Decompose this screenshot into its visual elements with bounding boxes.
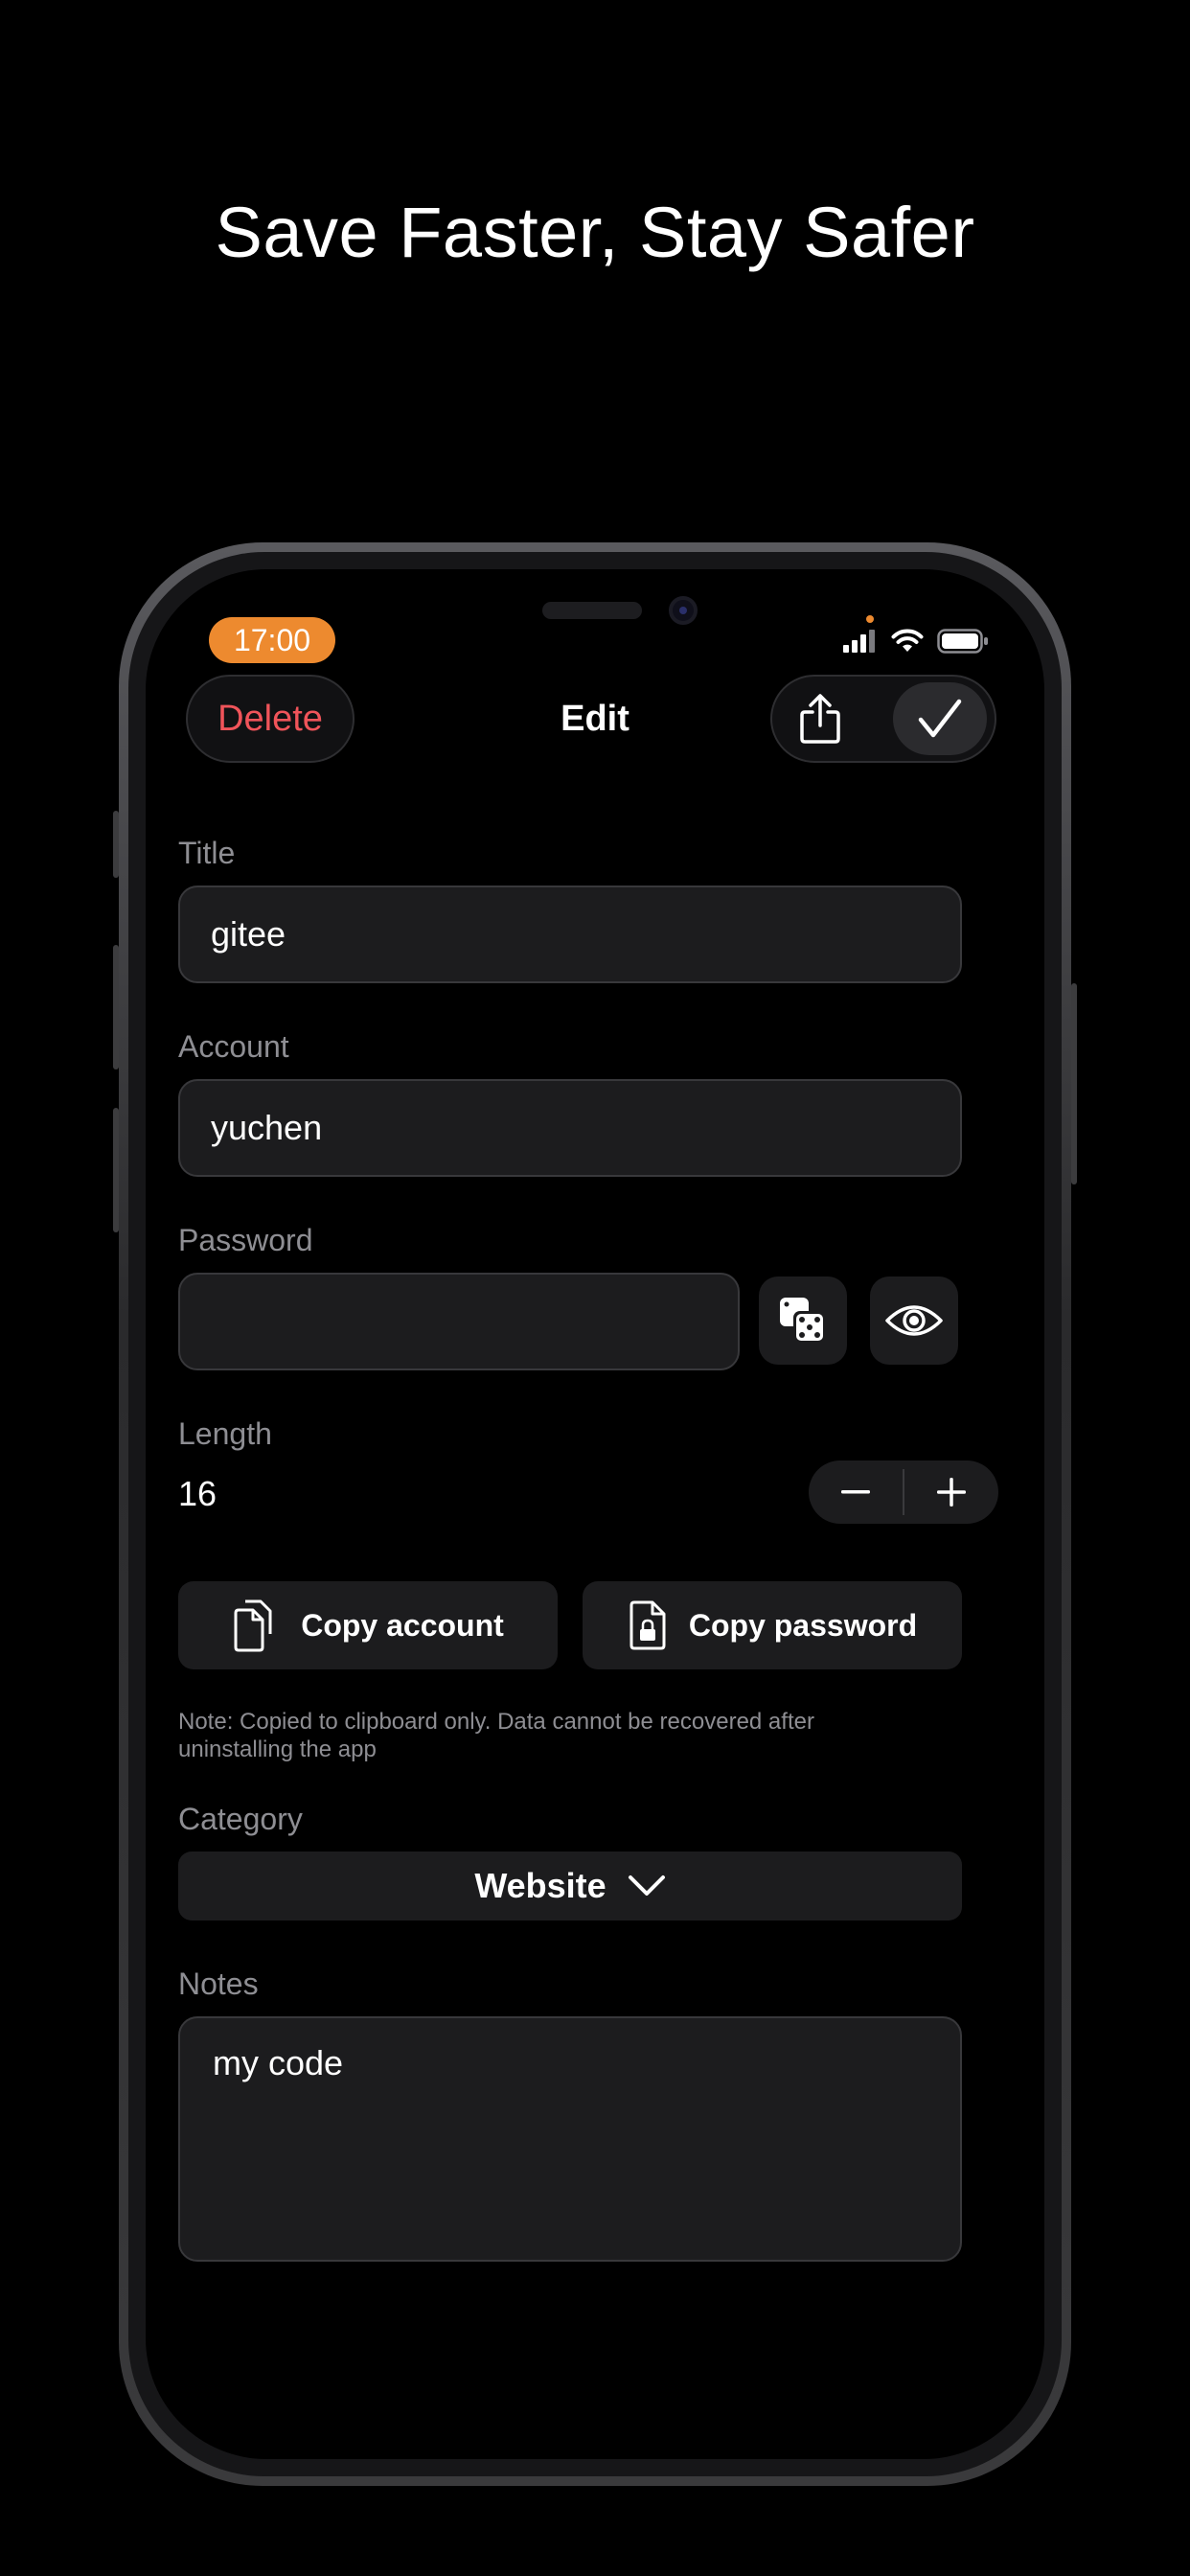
category-value: Website [474,1866,606,1905]
share-button[interactable] [790,688,851,749]
increment-length-button[interactable] [904,1460,998,1524]
phone-bezel: 17:00 Edit Delete Title gitee Account yu… [128,552,1062,2476]
cellular-signal-icon [843,630,875,653]
toggle-password-visibility-button[interactable] [870,1276,958,1365]
length-label: Length [178,1416,272,1451]
battery-icon [937,629,988,654]
password-label: Password [178,1223,313,1257]
password-input[interactable] [178,1273,740,1370]
status-icons [843,629,989,654]
wifi-icon [891,629,924,652]
length-value: 16 [178,1474,217,1513]
clipboard-note: Note: Copied to clipboard only. Data can… [178,1709,814,1762]
status-time: 17:00 [209,617,335,663]
minus-icon [841,1490,870,1494]
copy-account-button[interactable]: Copy account [178,1581,558,1669]
notes-textarea[interactable]: my code [178,2016,962,2262]
copy-documents-icon [234,1599,272,1652]
title-input[interactable]: gitee [178,886,962,983]
nav-actions-group [770,675,996,763]
speaker-grille [542,602,642,619]
copy-password-label: Copy password [688,1607,918,1643]
dice-icon [780,1298,826,1344]
volume-down-button [113,1108,119,1232]
copy-password-button[interactable]: Copy password [583,1581,962,1669]
front-camera [669,596,698,625]
locked-document-icon [629,1600,666,1650]
length-stepper [809,1460,998,1524]
save-button[interactable] [893,682,987,755]
generate-password-button[interactable] [759,1276,847,1365]
delete-button[interactable]: Delete [186,675,355,763]
share-icon [800,694,840,744]
eye-icon [885,1305,943,1336]
decrement-length-button[interactable] [809,1460,903,1524]
power-button [1071,983,1077,1184]
phone-frame: 17:00 Edit Delete Title gitee Account yu… [113,542,1077,2486]
headline: Save Faster, Stay Safer [215,193,975,272]
category-label: Category [178,1802,303,1836]
plus-icon [937,1478,966,1506]
copy-account-label: Copy account [301,1607,504,1643]
notch [366,569,824,657]
category-dropdown[interactable]: Website [178,1852,962,1920]
title-label: Title [178,836,236,870]
privacy-indicator-dot [866,615,874,623]
app-screen: 17:00 Edit Delete Title gitee Account yu… [146,569,1044,2459]
checkmark-icon [918,699,962,738]
account-input[interactable]: yuchen [178,1079,962,1177]
notes-label: Notes [178,1966,259,2001]
silent-switch [113,811,119,878]
account-label: Account [178,1029,289,1064]
volume-up-button [113,945,119,1070]
chevron-down-icon [628,1875,665,1896]
